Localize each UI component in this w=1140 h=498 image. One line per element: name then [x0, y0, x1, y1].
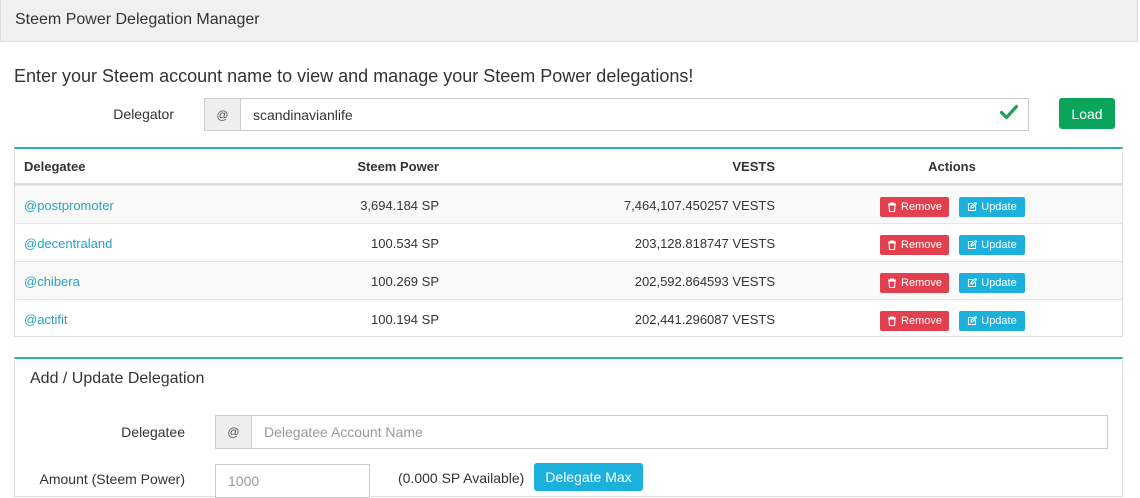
- table-row: @actifit 100.194 SP 202,441.296087 VESTS…: [15, 299, 1122, 337]
- remove-button[interactable]: Remove: [880, 197, 949, 217]
- load-button[interactable]: Load: [1059, 98, 1115, 129]
- panel-title: Add / Update Delegation: [30, 370, 205, 387]
- vests-value: 202,441.296087 VESTS: [634, 312, 775, 327]
- col-steem-power: Steem Power: [357, 159, 439, 174]
- delegator-label: Delegator: [113, 106, 174, 122]
- update-button[interactable]: Update: [959, 197, 1025, 217]
- delegator-at-addon: @: [204, 98, 241, 131]
- intro-text: Enter your Steem account name to view an…: [14, 66, 694, 86]
- update-label: Update: [981, 315, 1017, 327]
- delegatee-label: Delegatee: [121, 424, 185, 440]
- steem-power-value: 100.269 SP: [371, 274, 439, 289]
- vests-value: 7,464,107.450257 VESTS: [623, 198, 775, 213]
- steem-power-value: 100.194 SP: [371, 312, 439, 327]
- delegations-table: Delegatee Steem Power VESTS Actions @pos…: [14, 147, 1123, 337]
- col-delegatee: Delegatee: [24, 159, 86, 174]
- delegatee-link[interactable]: @actifit: [24, 312, 68, 327]
- delegatee-link[interactable]: @chibera: [24, 274, 80, 289]
- amount-label: Amount (Steem Power): [39, 471, 186, 487]
- delegatee-input[interactable]: [251, 415, 1108, 449]
- edit-icon: [968, 202, 978, 212]
- vests-value: 203,128.818747 VESTS: [634, 236, 775, 251]
- table-header: Delegatee Steem Power VESTS Actions: [15, 149, 1122, 185]
- edit-icon: [968, 316, 978, 326]
- available-sp: (0.000 SP Available): [398, 470, 525, 486]
- trash-icon: [888, 278, 897, 288]
- update-button[interactable]: Update: [959, 235, 1025, 255]
- remove-button[interactable]: Remove: [880, 235, 949, 255]
- trash-icon: [888, 316, 897, 326]
- delegatee-link[interactable]: @postpromoter: [24, 198, 114, 213]
- col-actions: Actions: [928, 159, 976, 174]
- table-row: @chibera 100.269 SP 202,592.864593 VESTS…: [15, 261, 1122, 299]
- table-row: @postpromoter 3,694.184 SP 7,464,107.450…: [15, 185, 1122, 223]
- remove-button[interactable]: Remove: [880, 273, 949, 293]
- table-row: @decentraland 100.534 SP 203,128.818747 …: [15, 223, 1122, 261]
- vests-value: 202,592.864593 VESTS: [634, 274, 775, 289]
- update-button[interactable]: Update: [959, 311, 1025, 331]
- col-vests: VESTS: [732, 159, 775, 174]
- edit-icon: [968, 278, 978, 288]
- check-icon: [1000, 104, 1018, 120]
- remove-button[interactable]: Remove: [880, 311, 949, 331]
- delegatee-link[interactable]: @decentraland: [24, 236, 112, 251]
- steem-power-value: 100.534 SP: [371, 236, 439, 251]
- app-title: Steem Power Delegation Manager: [15, 11, 260, 28]
- remove-label: Remove: [901, 239, 942, 251]
- update-label: Update: [981, 277, 1017, 289]
- update-label: Update: [981, 239, 1017, 251]
- delegator-input[interactable]: [240, 98, 1029, 131]
- remove-label: Remove: [901, 315, 942, 327]
- update-label: Update: [981, 201, 1017, 213]
- edit-icon: [968, 240, 978, 250]
- update-button[interactable]: Update: [959, 273, 1025, 293]
- steem-power-value: 3,694.184 SP: [360, 198, 439, 213]
- delegatee-at-addon: @: [215, 415, 252, 449]
- trash-icon: [888, 240, 897, 250]
- remove-label: Remove: [901, 201, 942, 213]
- delegate-max-button[interactable]: Delegate Max: [534, 463, 643, 491]
- app-header: Steem Power Delegation Manager: [0, 0, 1138, 42]
- remove-label: Remove: [901, 277, 942, 289]
- amount-input[interactable]: [215, 464, 370, 498]
- trash-icon: [888, 202, 897, 212]
